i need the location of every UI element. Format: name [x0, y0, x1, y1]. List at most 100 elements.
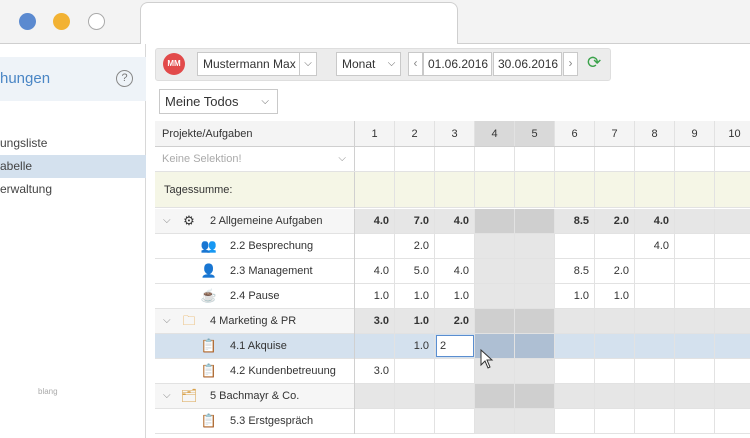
hours-cell[interactable] — [515, 209, 555, 233]
hours-cell[interactable] — [475, 234, 515, 258]
hours-cell[interactable]: 2.0 — [595, 209, 635, 233]
day-column-header[interactable]: 10 — [715, 121, 750, 146]
task-row[interactable]: 📋 5.3 Erstgespräch — [155, 409, 750, 434]
hours-cell[interactable] — [715, 209, 750, 233]
hours-cell[interactable] — [675, 309, 715, 333]
chevron-down-icon[interactable]: ⌵ — [163, 384, 171, 408]
hours-cell[interactable] — [715, 309, 750, 333]
hours-cell[interactable]: 1.0 — [395, 334, 435, 358]
hours-cell[interactable] — [675, 234, 715, 258]
task-row[interactable]: 👤 2.3 Management 4.0 5.0 4.0 8.5 2.0 — [155, 259, 750, 284]
hours-cell[interactable] — [595, 409, 635, 433]
hours-cell[interactable] — [555, 234, 595, 258]
hours-cell[interactable] — [555, 309, 595, 333]
avatar[interactable]: MM — [163, 53, 185, 75]
hours-cell[interactable] — [675, 359, 715, 383]
hours-cell[interactable]: 3.0 — [355, 309, 395, 333]
hours-cell[interactable] — [595, 334, 635, 358]
hours-cell[interactable]: 2.0 — [395, 234, 435, 258]
window-minimize-button[interactable] — [53, 13, 70, 30]
task-row[interactable]: 📋 4.2 Kundenbetreuung 3.0 — [155, 359, 750, 384]
hours-cell[interactable] — [715, 384, 750, 408]
hours-cell[interactable] — [435, 359, 475, 383]
hours-cell[interactable] — [355, 384, 395, 408]
task-row[interactable]: 👥 2.2 Besprechung 2.0 4.0 — [155, 234, 750, 259]
hours-cell[interactable]: 1.0 — [395, 309, 435, 333]
hours-cell[interactable] — [675, 409, 715, 433]
refresh-icon[interactable]: ⟳ — [587, 54, 601, 72]
hours-cell[interactable] — [715, 234, 750, 258]
hours-cell[interactable] — [475, 259, 515, 283]
hours-cell[interactable]: 4.0 — [355, 259, 395, 283]
project-filter-select[interactable]: Keine Selektion! ⌵ — [155, 147, 355, 171]
project-row[interactable]: ⌵ ⚙ 2 Allgemeine Aufgaben 4.0 7.0 4.0 8.5 2.0 4.… — [155, 209, 750, 234]
project-row[interactable]: ⌵ 🗂 5 Bachmayr & Co. — [155, 384, 750, 409]
task-row[interactable]: 📋 4.1 Akquise 1.0 2 — [155, 334, 750, 359]
task-row[interactable]: ☕ 2.4 Pause 1.0 1.0 1.0 1.0 1.0 — [155, 284, 750, 309]
chevron-down-icon[interactable]: ⌵ — [163, 209, 171, 233]
help-icon[interactable]: ? — [116, 70, 133, 87]
hours-cell[interactable]: 1.0 — [395, 284, 435, 308]
hours-cell[interactable] — [675, 334, 715, 358]
hours-cell[interactable] — [675, 284, 715, 308]
hours-cell[interactable] — [515, 334, 555, 358]
chevron-right-icon[interactable]: › — [563, 52, 578, 76]
date-from-field[interactable]: 01.06.2016 — [423, 52, 492, 76]
chevron-left-icon[interactable]: ‹ — [408, 52, 423, 76]
day-column-header[interactable]: 1 — [355, 121, 395, 146]
hours-cell[interactable]: 1.0 — [435, 284, 475, 308]
day-column-header[interactable]: 8 — [635, 121, 675, 146]
hours-cell[interactable] — [555, 334, 595, 358]
hours-cell[interactable] — [515, 309, 555, 333]
hours-cell[interactable] — [395, 359, 435, 383]
hours-cell[interactable]: 8.5 — [555, 209, 595, 233]
hours-cell[interactable] — [715, 409, 750, 433]
day-column-header[interactable]: 9 — [675, 121, 715, 146]
hours-cell[interactable] — [515, 234, 555, 258]
hours-cell[interactable] — [515, 384, 555, 408]
hours-cell[interactable] — [635, 309, 675, 333]
hours-cell[interactable]: 7.0 — [395, 209, 435, 233]
window-close-button[interactable] — [19, 13, 36, 30]
hours-cell[interactable] — [515, 409, 555, 433]
hours-cell[interactable] — [675, 384, 715, 408]
hours-cell[interactable] — [675, 259, 715, 283]
hours-cell[interactable] — [475, 284, 515, 308]
hours-cell[interactable] — [595, 309, 635, 333]
view-select[interactable]: Meine Todos ⌵ — [159, 89, 278, 114]
hours-cell[interactable] — [515, 284, 555, 308]
hours-cell[interactable] — [395, 409, 435, 433]
hours-cell[interactable] — [635, 384, 675, 408]
day-column-header[interactable]: 5 — [515, 121, 555, 146]
hours-cell[interactable] — [715, 334, 750, 358]
hours-cell[interactable]: 1.0 — [595, 284, 635, 308]
hours-cell[interactable]: 2.0 — [595, 259, 635, 283]
user-select[interactable]: Mustermann Max ⌵ — [197, 52, 317, 76]
sidebar-item-verwaltung[interactable]: erwaltung — [0, 178, 146, 201]
hours-cell[interactable] — [515, 359, 555, 383]
hours-cell[interactable] — [595, 234, 635, 258]
hours-cell[interactable]: 1.0 — [555, 284, 595, 308]
hours-cell[interactable] — [635, 259, 675, 283]
day-column-header[interactable]: 2 — [395, 121, 435, 146]
hours-cell[interactable] — [435, 384, 475, 408]
hours-cell[interactable]: 4.0 — [355, 209, 395, 233]
hours-cell[interactable]: 2.0 — [435, 309, 475, 333]
sidebar-item-tabelle[interactable]: abelle — [0, 155, 146, 178]
window-maximize-button[interactable] — [88, 13, 105, 30]
hours-cell[interactable] — [715, 359, 750, 383]
hours-cell[interactable] — [635, 334, 675, 358]
hours-input-field[interactable]: 2 — [436, 335, 474, 357]
hours-cell[interactable] — [475, 384, 515, 408]
day-column-header[interactable]: 3 — [435, 121, 475, 146]
browser-tab[interactable] — [140, 2, 458, 45]
hours-cell[interactable] — [435, 409, 475, 433]
period-select[interactable]: Monat ⌵ — [336, 52, 401, 76]
hours-cell[interactable]: 1.0 — [355, 284, 395, 308]
hours-cell[interactable] — [435, 234, 475, 258]
hours-cell[interactable] — [555, 384, 595, 408]
hours-cell[interactable] — [355, 234, 395, 258]
hours-cell[interactable]: 4.0 — [435, 209, 475, 233]
hours-cell[interactable] — [555, 409, 595, 433]
hours-cell[interactable] — [555, 359, 595, 383]
